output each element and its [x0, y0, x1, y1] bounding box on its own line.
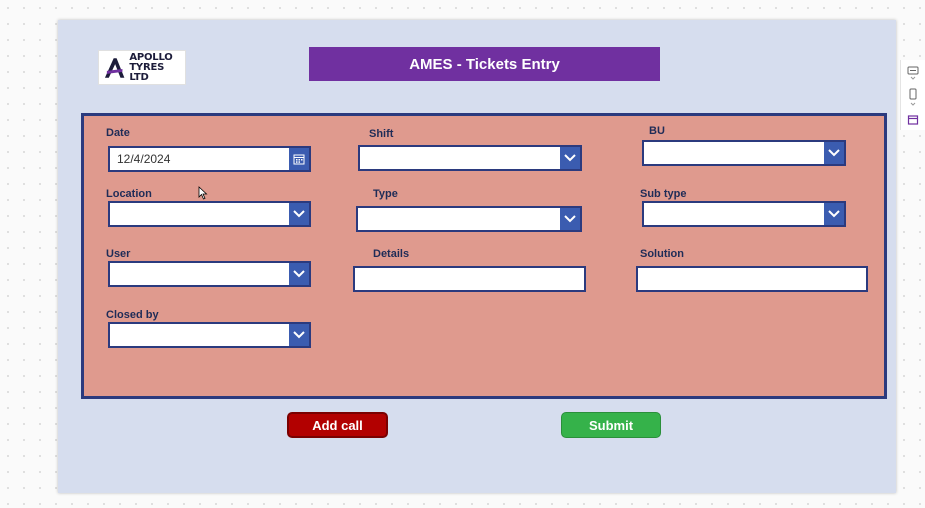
apollo-logo: APOLLO TYRES LTD — [98, 50, 186, 85]
location-dropdown-button[interactable] — [289, 203, 309, 225]
date-picker[interactable]: 12/4/2024 — [108, 146, 311, 172]
add-call-button[interactable]: Add call — [287, 412, 388, 438]
chevron-down-icon — [293, 210, 305, 218]
apollo-logo-icon — [104, 57, 125, 78]
user-dropdown-button[interactable] — [289, 263, 309, 285]
sub-type-label: Sub type — [640, 188, 687, 200]
details-label: Details — [373, 248, 410, 260]
chevron-down-icon — [828, 210, 840, 218]
calendar-icon[interactable] — [907, 114, 919, 126]
solution-input[interactable] — [636, 266, 868, 292]
details-input[interactable] — [353, 266, 586, 292]
closed-by-dropdown-button[interactable] — [289, 324, 309, 346]
bu-label: BU — [649, 125, 665, 137]
app-canvas: APOLLO TYRES LTD AMES - Tickets Entry Da… — [58, 20, 896, 493]
shift-dropdown-button[interactable] — [560, 147, 580, 169]
side-toolbar — [900, 60, 925, 130]
comment-icon[interactable] — [907, 66, 919, 80]
type-dropdown-button[interactable] — [560, 208, 580, 230]
chevron-down-icon — [564, 215, 576, 223]
mouse-cursor-icon — [198, 186, 208, 200]
shift-dropdown[interactable] — [358, 145, 582, 171]
solution-label: Solution — [640, 248, 684, 260]
closed-by-label: Closed by — [106, 309, 159, 321]
calendar-button[interactable] — [289, 148, 309, 170]
phone-icon[interactable] — [907, 88, 919, 108]
date-value: 12/4/2024 — [117, 152, 171, 166]
bu-dropdown[interactable] — [642, 140, 846, 166]
user-label: User — [106, 248, 131, 260]
user-dropdown[interactable] — [108, 261, 311, 287]
logo-text-line1: APOLLO — [129, 51, 173, 63]
page-title: AMES - Tickets Entry — [309, 47, 660, 81]
location-dropdown[interactable] — [108, 201, 311, 227]
bu-dropdown-button[interactable] — [824, 142, 844, 164]
sub-type-dropdown-button[interactable] — [824, 203, 844, 225]
shift-label: Shift — [369, 128, 394, 140]
chevron-down-icon — [564, 154, 576, 162]
submit-button[interactable]: Submit — [561, 412, 661, 438]
date-label: Date — [106, 127, 130, 139]
calendar-icon — [293, 154, 305, 165]
type-dropdown[interactable] — [356, 206, 582, 232]
type-label: Type — [373, 188, 398, 200]
chevron-down-icon — [293, 270, 305, 278]
sub-type-dropdown[interactable] — [642, 201, 846, 227]
chevron-down-icon — [828, 149, 840, 157]
closed-by-dropdown[interactable] — [108, 322, 311, 348]
location-label: Location — [106, 188, 152, 200]
ticket-form-panel: Date 12/4/2024 Shift BU Location Type Su… — [81, 113, 887, 399]
logo-text-line2: TYRES LTD — [129, 61, 165, 83]
logo-text: APOLLO TYRES LTD — [129, 51, 185, 83]
chevron-down-icon — [293, 331, 305, 339]
